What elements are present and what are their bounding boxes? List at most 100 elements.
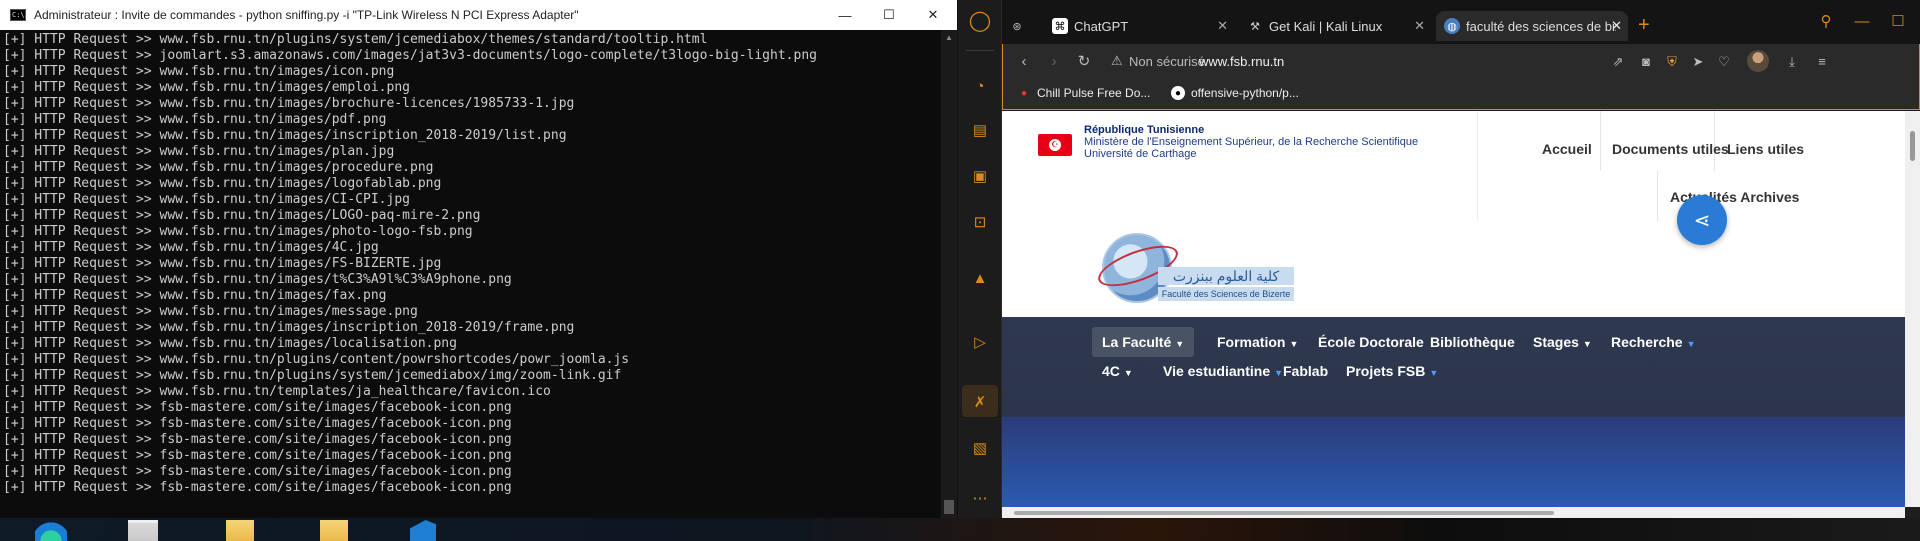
minimize-button[interactable]: — [822,0,868,30]
scrollbar-thumb[interactable] [1014,511,1554,515]
notepad-taskbar-icon[interactable] [128,520,158,541]
security-label[interactable]: Non sécurisé [1129,54,1205,69]
console-scrollbar[interactable]: ▲ [941,30,957,518]
shield-icon[interactable]: ⛨ [1663,53,1681,71]
caret-down-icon: ▼ [1175,339,1185,349]
new-tab-button[interactable]: + [1638,14,1650,37]
menu-4c[interactable]: 4C ▼ [1092,356,1143,386]
minimize-button[interactable]: — [1844,8,1880,34]
tab-kali[interactable]: ⚒ Get Kali | Kali Linux ✕ [1239,11,1431,41]
cmd-titlebar[interactable]: C:\ Administrateur : Invite de commandes… [0,0,957,30]
extension-icon[interactable]: ✗ [968,390,992,414]
briefcase-icon[interactable]: ▤ [968,118,992,142]
url-field[interactable]: www.fsb.rnu.tn [1199,54,1284,69]
close-tab-icon[interactable]: ✕ [1414,18,1425,34]
download-icon[interactable]: ⤓ [1783,53,1801,71]
bookmark-label: offensive-python/p... [1191,86,1299,100]
tab-label: faculté des sciences de bizerte [1466,18,1616,34]
close-button[interactable]: ✕ [910,0,956,30]
scrollbar-thumb[interactable] [1910,131,1915,161]
menu-la-faculte[interactable]: La Faculté ▼ [1092,327,1195,357]
university-label: Université de Carthage [1084,148,1197,160]
taskbar [0,518,1920,541]
faculty-logo[interactable]: كلية العلوم ببنزرت Faculté des Sciences … [1093,233,1302,313]
camera-icon[interactable]: ◙ [1637,53,1655,71]
vscode-taskbar-icon[interactable] [410,520,436,541]
tab-fsb[interactable]: ◍ faculté des sciences de bizerte ✕ [1436,11,1628,41]
tab-chatgpt[interactable]: ⌘ ChatGPT ✕ [1044,11,1234,41]
maximize-button[interactable]: ☐ [866,0,912,30]
menu-label: Projets FSB [1346,363,1426,379]
more-icon[interactable]: ⋯ [968,486,992,510]
tab-label: ChatGPT [1074,18,1129,34]
nav-liens-utiles[interactable]: Liens utiles [1727,141,1804,157]
chatgpt-icon: ⌘ [1052,18,1068,34]
menu-label: 4C [1102,363,1120,379]
nav-documents-utiles[interactable]: Documents utiles [1612,141,1729,157]
console-line: [+] HTTP Request >> www.fsb.rnu.tn/image… [3,128,567,143]
console-line: [+] HTTP Request >> www.fsb.rnu.tn/image… [3,96,575,111]
twitch-icon[interactable]: ▣ [968,164,992,188]
main-navigation: La Faculté ▼ Formation ▼ École Doctorale B… [1002,317,1905,507]
opera-logo-icon[interactable]: ◯ [968,8,992,32]
cpu-icon[interactable]: ⊡ [968,210,992,234]
scroll-up-icon[interactable]: ▲ [941,30,957,46]
close-tab-icon[interactable]: ✕ [1611,18,1622,34]
menu-fablab[interactable]: Fablab [1273,356,1338,386]
bookmark-offensive-python[interactable]: ● offensive-python/p... [1171,86,1299,100]
console-line: [+] HTTP Request >> www.fsb.rnu.tn/image… [3,288,387,303]
player-icon[interactable]: ▷ [968,330,992,354]
divider [1600,111,1601,171]
heart-icon[interactable]: ♡ [1715,53,1733,71]
console-output[interactable]: [+] HTTP Request >> www.fsb.rnu.tn/plugi… [3,32,938,518]
menu-label: Fablab [1283,363,1329,379]
share-icon[interactable]: ⇗ [1609,53,1627,71]
menu-stages[interactable]: Stages ▼ [1523,327,1602,357]
command-prompt-window: C:\ Administrateur : Invite de commandes… [0,0,957,518]
menu-bibliotheque[interactable]: Bibliothèque [1420,327,1525,357]
page-horizontal-scrollbar[interactable] [1002,507,1905,518]
warning-icon[interactable]: ⚠ [1111,53,1123,69]
console-line: [+] HTTP Request >> www.fsb.rnu.tn/plugi… [3,352,630,367]
maximize-button[interactable]: ☐ [1880,8,1916,34]
console-line: [+] HTTP Request >> www.fsb.rnu.tn/image… [3,320,575,335]
kali-icon: ⚒ [1250,20,1260,33]
back-icon[interactable]: ‹ [1013,50,1035,72]
console-line: [+] HTTP Request >> www.fsb.rnu.tn/image… [3,272,512,287]
page-vertical-scrollbar[interactable] [1905,111,1920,507]
tab-games[interactable]: ⊛ [1002,11,1030,41]
menu-icon[interactable]: ≡ [1813,53,1831,71]
gallery-icon[interactable]: ▧ [968,436,992,460]
bookmark-chill-pulse[interactable]: ● Chill Pulse Free Do... [1017,86,1150,100]
share-icon[interactable]: ⋖ [1677,195,1727,245]
console-line: [+] HTTP Request >> www.fsb.rnu.tn/image… [3,144,395,159]
search-icon[interactable]: ⚲ [1808,8,1844,34]
cmd-window-title: Administrateur : Invite de commandes - p… [34,8,579,22]
ministry-label: Ministère de l'Enseignement Supérieur, d… [1084,136,1419,148]
caret-down-icon: ▼ [1686,339,1696,349]
reload-icon[interactable]: ↻ [1073,50,1095,72]
aria-icon[interactable]: ▲ [968,266,992,290]
send-icon[interactable]: ➤ [1689,53,1707,71]
menu-ecole-doctorale[interactable]: École Doctorale [1308,327,1434,357]
nav-accueil[interactable]: Accueil [1542,141,1592,157]
console-line: [+] HTTP Request >> fsb-mastere.com/site… [3,464,512,479]
opera-browser-window: ◯ ◔ ▤ ▣ ⊡ ▲ ▷ ✗ ▧ ⋯ ⊛ ⌘ ChatGPT ✕ ⚒ Get … [958,0,1920,518]
console-line: [+] HTTP Request >> www.fsb.rnu.tn/image… [3,208,481,223]
scrollbar-thumb[interactable] [944,500,954,514]
caret-down-icon: ▼ [1582,339,1592,349]
console-line: [+] HTTP Request >> fsb-mastere.com/site… [3,416,512,431]
console-line: [+] HTTP Request >> www.fsb.rnu.tn/image… [3,336,457,351]
folder-taskbar-icon[interactable] [320,520,348,541]
speed-dial-icon[interactable]: ◔ [968,74,992,98]
divider [1477,111,1478,221]
edge-taskbar-icon[interactable] [35,520,67,541]
menu-projets-fsb[interactable]: Projets FSB ▼ [1336,356,1448,386]
forward-icon[interactable]: › [1043,50,1065,72]
folder-taskbar-icon[interactable] [226,520,254,541]
menu-formation[interactable]: Formation ▼ [1207,327,1308,357]
close-tab-icon[interactable]: ✕ [1217,18,1228,34]
profile-avatar[interactable] [1747,50,1769,72]
gamepad-icon: ⊛ [1012,20,1022,33]
menu-recherche[interactable]: Recherche ▼ [1601,327,1706,357]
